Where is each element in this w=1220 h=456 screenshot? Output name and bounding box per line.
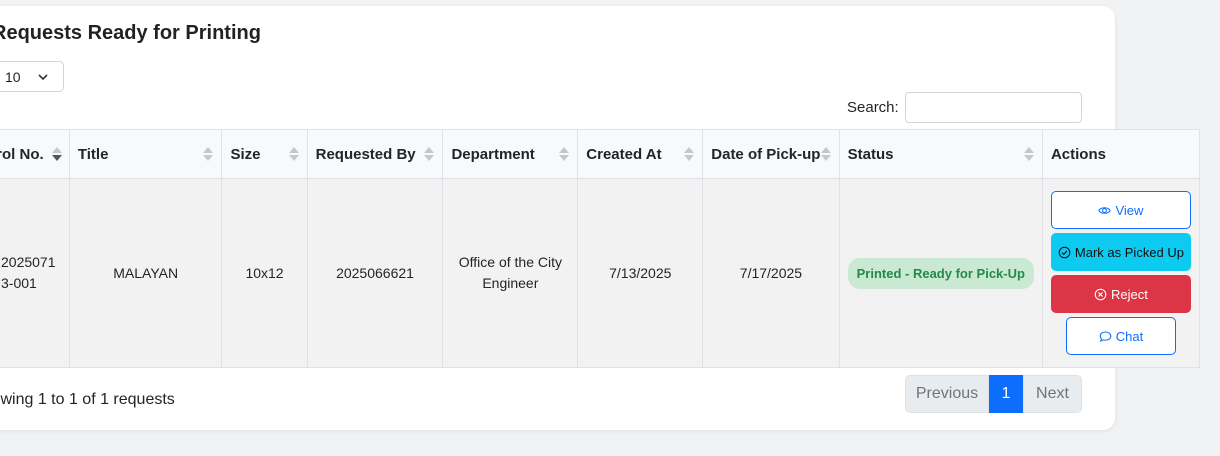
column-header-label: Requested By	[315, 145, 416, 163]
chat-button[interactable]: Chat	[1065, 317, 1176, 355]
column-header-label: Date of Pick-up	[711, 145, 821, 163]
column-header-status[interactable]: Status	[838, 129, 1043, 179]
chat-icon	[1099, 331, 1112, 342]
column-header-pickup-date[interactable]: Date of Pick-up	[702, 129, 840, 179]
column-header-requested-by[interactable]: Requested By	[306, 129, 444, 179]
column-header-label: Control No.	[0, 145, 44, 163]
cell-requested-by: 2025066621	[306, 178, 444, 368]
view-button[interactable]: View	[1050, 191, 1191, 229]
x-circle-icon	[1094, 288, 1107, 300]
mark-picked-up-label: Mark as Picked Up	[1074, 244, 1185, 260]
column-header-label: Actions	[1050, 145, 1106, 163]
chat-button-label: Chat	[1115, 328, 1144, 344]
table-info: Showing 1 to 1 of 1 requests	[0, 391, 175, 408]
requests-table: Control No. Title Size Requested By Depa…	[0, 129, 1201, 368]
search-label: Search:	[847, 99, 899, 116]
sort-icon	[559, 147, 570, 161]
status-badge: Printed - Ready for Pick-Up	[847, 257, 1034, 289]
mark-picked-up-button[interactable]: Mark as Picked Up	[1050, 233, 1191, 271]
pagination-page-current[interactable]: 1	[989, 375, 1023, 413]
table-header-row: Control No. Title Size Requested By Depa…	[0, 129, 1201, 179]
column-header-actions: Actions	[1041, 129, 1201, 179]
column-header-label: Created At	[586, 145, 662, 163]
eye-icon	[1098, 206, 1112, 214]
sort-desc-icon	[51, 147, 62, 161]
search-input[interactable]	[905, 92, 1082, 123]
column-header-label: Status	[847, 145, 894, 163]
column-header-label: Title	[77, 145, 109, 163]
column-header-created-at[interactable]: Created At	[577, 129, 704, 179]
cell-department: Office of the City Engineer	[442, 178, 579, 368]
column-header-department[interactable]: Department	[442, 129, 579, 179]
cell-created-at: 7/13/2025	[577, 178, 704, 368]
reject-button-label: Reject	[1111, 286, 1148, 302]
cell-title: MALAYAN	[68, 178, 223, 368]
pagination-next[interactable]: Next	[1023, 375, 1082, 413]
entries-per-page-select[interactable]: 10	[0, 61, 64, 92]
pagination-previous[interactable]: Previous	[905, 375, 989, 413]
column-header-label: Size	[230, 145, 261, 163]
sort-icon	[424, 147, 435, 161]
reject-button[interactable]: Reject	[1050, 275, 1191, 313]
table-row: 20250713-001 MALAYAN 10x12 2025066621 Of…	[0, 178, 1201, 368]
cell-pickup-date: 7/17/2025	[702, 178, 840, 368]
chevron-down-icon	[38, 74, 48, 81]
sort-icon	[684, 147, 695, 161]
column-header-title[interactable]: Title	[68, 129, 223, 179]
view-button-label: View	[1115, 202, 1144, 218]
column-header-control-no[interactable]: Control No.	[0, 129, 70, 179]
cell-control-no: 20250713-001	[0, 178, 70, 368]
entries-per-page-value: 10	[5, 69, 21, 85]
sort-icon	[1023, 147, 1034, 161]
cell-size: 10x12	[221, 178, 308, 368]
sort-icon	[288, 147, 299, 161]
column-header-label: Department	[451, 145, 535, 163]
cell-actions: View Mark as Picked Up Reject Chat	[1041, 178, 1201, 368]
sort-icon	[203, 147, 214, 161]
cell-status: Printed - Ready for Pick-Up	[838, 178, 1043, 368]
pagination: Previous 1 Next	[905, 375, 1082, 413]
page-title: Requests Ready for Printing	[0, 22, 261, 44]
sort-icon	[820, 147, 831, 161]
action-buttons: View Mark as Picked Up Reject Chat	[1050, 191, 1191, 355]
check-circle-icon	[1058, 246, 1071, 258]
column-header-size[interactable]: Size	[221, 129, 308, 179]
